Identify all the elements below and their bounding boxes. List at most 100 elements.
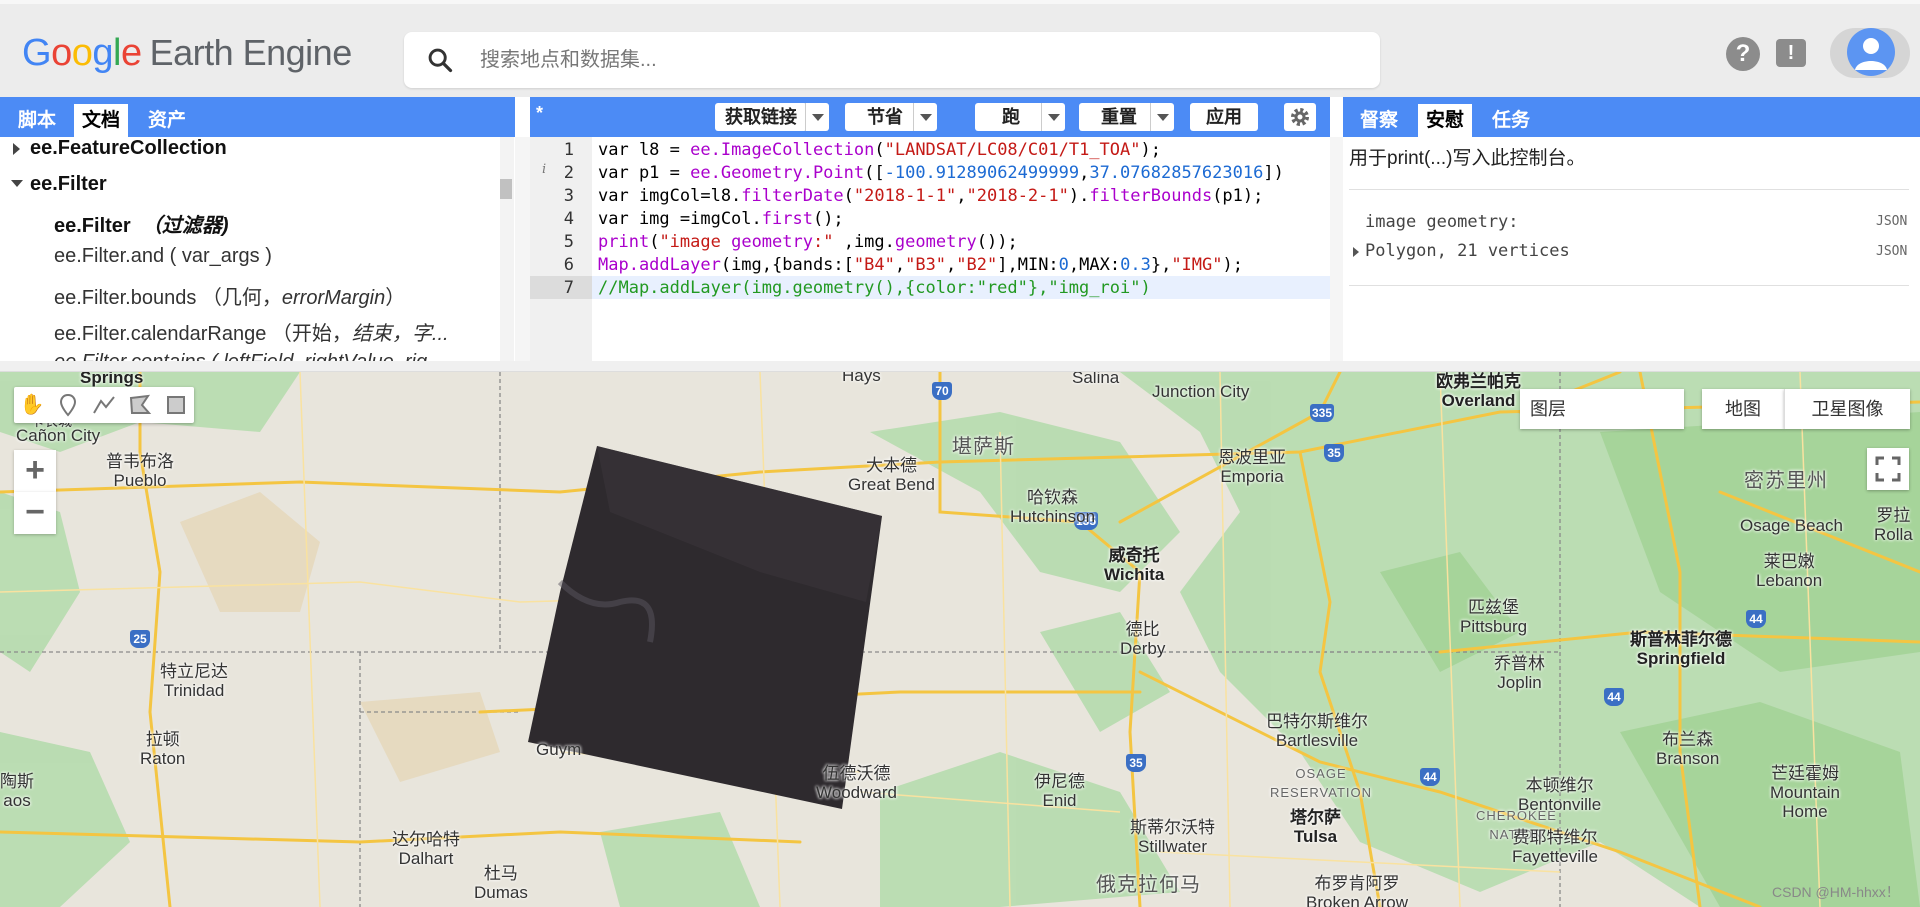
interstate-shield: 35 — [1324, 444, 1344, 462]
run-dropdown[interactable] — [1041, 103, 1065, 131]
docs-item-filter-calendarrange[interactable]: ee.Filter.calendarRange （开始，结束，字... — [54, 317, 449, 346]
reset-dropdown[interactable] — [1150, 103, 1174, 131]
pan-hand-icon[interactable]: ✋ — [14, 387, 50, 423]
avatar[interactable] — [1847, 28, 1895, 76]
docs-item-label: ee.Filter.bounds （几何， — [54, 287, 282, 309]
docs-item-arg: errorMargin — [281, 287, 386, 309]
get-link-button[interactable]: 获取链接 — [715, 103, 807, 131]
map-label: 费耶特维尔 Fayetteville — [1512, 828, 1598, 866]
docs-item-featurecollection[interactable]: ee.FeatureCollection — [30, 137, 227, 160]
interstate-shield: 35 — [1126, 754, 1146, 772]
json-link[interactable]: JSON — [1876, 214, 1907, 229]
docs-item-label: ee.Filter.calendarRange （开始， — [54, 323, 352, 345]
search-box[interactable] — [404, 32, 1380, 88]
map-canvas[interactable]: 70 335 35 135 25 44 35 44 44 Springs 卡农城… — [0, 372, 1920, 907]
horizontal-splitter[interactable] — [0, 361, 1920, 372]
docs-item-filter-and[interactable]: ee.Filter.and ( var_args ) — [54, 245, 272, 268]
map-label: 普韦布洛 Pueblo — [106, 452, 174, 490]
console-output-polygon[interactable]: Polygon, 21 vertices — [1365, 241, 1570, 261]
console-hint: 用于print(...)写入此控制台。 — [1349, 148, 1586, 169]
json-link[interactable]: JSON — [1876, 244, 1907, 259]
layers-button[interactable]: 图层 — [1520, 389, 1684, 429]
logo-product-name: Earth Engine — [149, 32, 353, 73]
map-label: 欧弗兰帕克 Overland — [1436, 372, 1521, 410]
expand-arrow-icon[interactable] — [13, 143, 20, 155]
polygon-icon[interactable] — [122, 387, 158, 423]
reset-button[interactable]: 重置 — [1079, 103, 1159, 131]
scroll-thumb[interactable] — [500, 179, 512, 199]
search-icon — [428, 48, 453, 73]
code-line[interactable]: var p1 = ee.Geometry.Point([-100.9128906… — [598, 162, 1284, 185]
tab-inspector[interactable]: 督察 — [1352, 104, 1406, 137]
tab-scripts[interactable]: 脚本 — [10, 104, 64, 137]
logo-letter: l — [112, 32, 121, 74]
fullscreen-button[interactable] — [1867, 448, 1909, 490]
map-label: 乔普林 Joplin — [1494, 654, 1545, 692]
map-label: 匹兹堡 Pittsburg — [1460, 598, 1528, 636]
map-label: 斯普林菲尔德 Springfield — [1630, 630, 1732, 668]
get-link-dropdown[interactable] — [805, 103, 829, 131]
tab-tasks[interactable]: 任务 — [1484, 104, 1538, 137]
google-earth-engine-logo[interactable]: Google Earth Engine — [22, 32, 352, 75]
map-label: 布兰森 Branson — [1656, 730, 1720, 768]
code-editor[interactable]: var l8 = ee.ImageCollection("LANDSAT/LC0… — [592, 137, 1330, 361]
interstate-shield: 44 — [1420, 768, 1440, 786]
tab-assets[interactable]: 资产 — [140, 104, 194, 137]
logo-letter: e — [120, 32, 142, 74]
map-label: 威奇托 Wichita — [1104, 546, 1165, 584]
map-label: 杜马 Dumas — [474, 864, 528, 902]
expand-arrow-icon[interactable] — [1353, 247, 1359, 257]
map-type-map-button[interactable]: 地图 — [1702, 389, 1784, 429]
apply-button[interactable]: 应用 — [1190, 103, 1258, 131]
unsaved-marker: * — [536, 103, 544, 123]
vertical-splitter[interactable] — [515, 137, 530, 361]
rectangle-icon[interactable] — [158, 387, 194, 423]
docs-item-filter-contains[interactable]: ee.Filter.contains ( leftField, rightVal… — [54, 351, 427, 361]
code-line[interactable]: var l8 = ee.ImageCollection("LANDSAT/LC0… — [598, 139, 1161, 162]
feedback-icon[interactable]: ! — [1776, 39, 1806, 67]
zoom-in-button[interactable]: + — [14, 450, 56, 492]
map-label: Salina — [1072, 372, 1120, 387]
state-label: 密苏里州 — [1744, 470, 1828, 492]
drawing-tools: ✋ — [14, 387, 194, 423]
marker-icon[interactable] — [50, 387, 86, 423]
run-button[interactable]: 跑 — [975, 103, 1047, 131]
map-label: OSAGE RESERVATION — [1270, 766, 1373, 800]
map-label: Springs — [80, 372, 144, 387]
help-icon[interactable]: ? — [1726, 37, 1760, 71]
code-line[interactable]: Map.addLayer(img,{bands:["B4","B3","B2"]… — [598, 254, 1243, 277]
logo-letter: o — [51, 32, 72, 74]
map-label: 塔尔萨 Tulsa — [1290, 808, 1341, 846]
code-line[interactable]: print("image geometry:" ,img.geometry())… — [598, 231, 1018, 254]
vertical-splitter[interactable] — [1330, 137, 1343, 361]
editor-gutter: i 1 2 3 4 5 6 7 — [530, 137, 592, 361]
search-input[interactable] — [480, 40, 1360, 80]
interstate-shield: 25 — [130, 630, 150, 648]
map-label: Junction City — [1152, 382, 1250, 401]
docs-item-filter-constructor[interactable]: ee.Filter （过滤器) — [54, 209, 229, 238]
settings-button[interactable] — [1284, 103, 1316, 131]
docs-item-tail: ） — [385, 287, 406, 309]
zoom-out-button[interactable]: − — [14, 492, 56, 534]
interstate-shield: 70 — [932, 382, 952, 400]
docs-item-arg: 结束，字... — [351, 323, 449, 345]
state-label: 堪萨斯 — [952, 436, 1015, 458]
tab-docs[interactable]: 文档 — [74, 104, 129, 137]
map-label: 斯蒂尔沃特 Stillwater — [1130, 818, 1215, 856]
docs-tree: ee.FeatureCollection ee.Filter ee.Filter… — [0, 137, 515, 361]
save-dropdown[interactable] — [913, 103, 937, 131]
code-line[interactable]: var img =imgCol.first(); — [598, 208, 844, 231]
line-number: 5 — [563, 232, 574, 252]
line-icon[interactable] — [86, 387, 122, 423]
gear-icon — [1291, 108, 1309, 126]
docs-item-filter[interactable]: ee.Filter — [30, 173, 107, 196]
map-type-satellite-button[interactable]: 卫星图像 — [1784, 389, 1910, 429]
collapse-arrow-icon[interactable] — [11, 180, 23, 187]
tab-console[interactable]: 安慰 — [1418, 104, 1473, 137]
code-line[interactable]: //Map.addLayer(img.geometry(),{color:"re… — [598, 277, 1151, 300]
map-label: 莱巴嫩 Lebanon — [1756, 552, 1823, 590]
code-line[interactable]: var imgCol=l8.filterDate("2018-1-1","201… — [598, 185, 1263, 208]
docs-scrollbar[interactable] — [500, 137, 514, 361]
console-panel: 用于print(...)写入此控制台。 image geometry: JSON… — [1343, 137, 1920, 361]
docs-item-filter-bounds[interactable]: ee.Filter.bounds （几何，errorMargin） — [54, 281, 405, 310]
